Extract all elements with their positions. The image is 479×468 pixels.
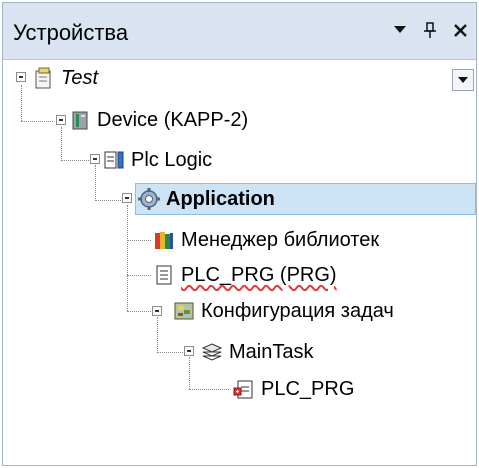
tree-node-label: PLC_PRG (261, 377, 355, 400)
collapse-toggle[interactable] (16, 72, 26, 82)
collapse-toggle[interactable] (56, 115, 66, 125)
tree-node-main-task[interactable]: MainTask (201, 337, 313, 367)
pin-button[interactable] (419, 17, 441, 43)
tree-line (189, 357, 190, 389)
pin-icon (424, 22, 436, 38)
tree-line (21, 85, 22, 121)
collapse-toggle[interactable] (122, 193, 132, 203)
tree-node-task-config[interactable]: Конфигурация задач (173, 296, 394, 326)
project-icon (33, 67, 55, 89)
chevron-down-icon (458, 77, 468, 83)
tree-node-label: Менеджер библиотек (181, 228, 380, 251)
library-books-icon (153, 229, 175, 251)
tree-node-label: Application (166, 187, 275, 210)
tree-node-label: Device (KAPP-2) (97, 108, 249, 131)
task-stack-icon (201, 341, 223, 363)
devices-panel: Устройства Test Device (KAPP-2) Plc Logi… (2, 2, 477, 466)
panel-menu-button[interactable] (389, 17, 411, 43)
tree-line (21, 121, 53, 122)
device-icon (69, 109, 91, 131)
application-gear-icon (138, 188, 160, 210)
collapse-toggle[interactable] (90, 154, 100, 164)
tree-node-label: Конфигурация задач (201, 299, 394, 322)
close-button[interactable] (449, 17, 471, 43)
tree-node-library-manager[interactable]: Менеджер библиотек (153, 225, 379, 255)
program-document-icon (153, 264, 175, 286)
tree-node-plc-prg[interactable]: PLC_PRG (233, 374, 354, 404)
tree-dropdown-button[interactable] (452, 69, 474, 91)
tree-node-test[interactable]: Test (33, 63, 98, 93)
task-config-icon (173, 300, 195, 322)
collapse-toggle[interactable] (184, 346, 194, 356)
tree-line (189, 389, 229, 390)
device-tree: Test Device (KAPP-2) Plc Logic Applicati… (3, 59, 476, 465)
collapse-toggle[interactable] (152, 306, 162, 316)
tree-line (157, 317, 158, 353)
tree-node-plc-prg-prg[interactable]: PLC_PRG (PRG) (153, 260, 337, 290)
tree-node-label: MainTask (229, 340, 314, 363)
tree-line (127, 275, 151, 276)
panel-titlebar: Устройства (3, 3, 476, 60)
program-call-icon (233, 378, 255, 400)
tree-node-label: PLC_PRG (PRG) (181, 263, 337, 286)
tree-line (127, 311, 151, 312)
tree-line (127, 205, 128, 311)
tree-line (61, 127, 62, 161)
tree-line (95, 200, 121, 201)
tree-line (127, 240, 151, 241)
close-icon (453, 23, 467, 37)
tree-node-label: Plc Logic (131, 148, 213, 171)
tree-node-application[interactable]: Application (135, 183, 476, 215)
chevron-down-icon (394, 26, 406, 33)
tree-node-plc-logic[interactable]: Plc Logic (103, 145, 212, 175)
panel-title: Устройства (13, 20, 129, 45)
tree-line (61, 160, 89, 161)
tree-line (95, 165, 96, 201)
tree-line (157, 352, 183, 353)
plc-logic-icon (103, 149, 125, 171)
tree-node-device[interactable]: Device (KAPP-2) (69, 105, 248, 135)
tree-node-label: Test (61, 66, 99, 89)
